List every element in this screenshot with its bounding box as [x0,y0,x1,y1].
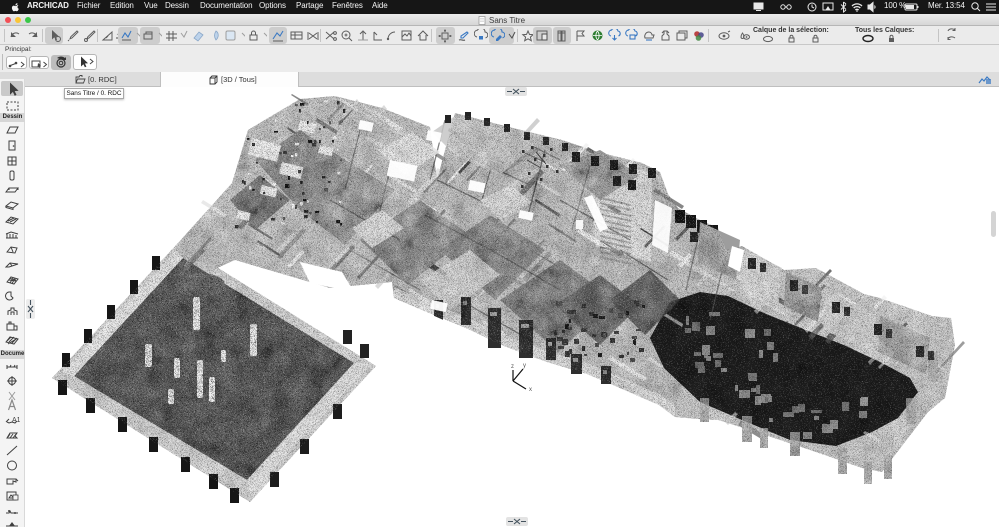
svg-text:z: z [511,364,514,370]
svg-text:x: x [529,387,532,393]
svg-text:A1: A1 [12,417,20,424]
svg-text:y: y [523,363,526,369]
